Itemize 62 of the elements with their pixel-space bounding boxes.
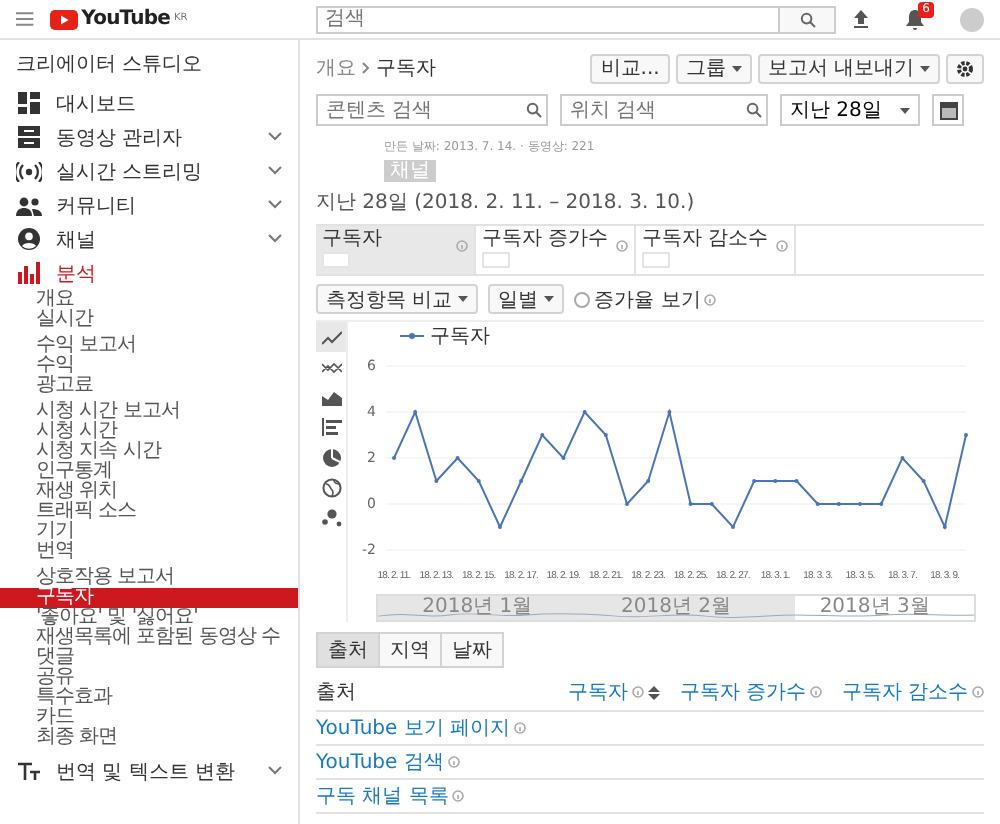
sidebar-subitem[interactable]: 시청 시간 보고서 [0,402,298,422]
column-header[interactable]: 구독자 증가수 [679,678,822,706]
range-navigator[interactable]: 2018년 1월 2018년 2월 2018년 3월 [376,594,976,622]
metric-card[interactable]: 구독자 감소수 [636,226,796,274]
sidebar-subitem[interactable]: 특수효과 [0,688,298,708]
sidebar-subitem[interactable]: 시청 시간 [0,422,298,442]
sidebar-subitem[interactable]: 개요 [0,290,298,310]
sidebar-subitem[interactable]: 상호작용 보고서 [0,568,298,588]
sidebar-subitem[interactable]: '좋아요' 및 '싫어요' [0,608,298,628]
breadcrumb-link[interactable]: 개요 [316,54,356,82]
sidebar-subitem[interactable]: 번역 [0,542,298,562]
navigator-label: 2018년 3월 [819,598,930,618]
sidebar-subitem[interactable]: 트래픽 소스 [0,502,298,522]
compare-dropdown[interactable]: 측정항목 비교 [316,284,479,314]
sidebar-subitem[interactable]: 기기 [0,522,298,542]
source-link[interactable]: YouTube 검색 [316,748,460,776]
sidebar-subitem[interactable]: 카드 [0,708,298,728]
source-link[interactable]: YouTube 보기 페이지 [316,714,527,742]
sidebar-subitem[interactable]: 최종 화면 [0,728,298,748]
navigator-label: 2018년 1월 [422,598,533,618]
report-tab[interactable]: 출처 [316,632,380,668]
toolbar-button[interactable]: 비교... [590,53,670,83]
sidebar-item[interactable]: 커뮤니티 [0,188,298,222]
sidebar-subitem[interactable]: 구독자 [0,588,298,608]
sidebar-subitem[interactable]: 수익 보고서 [0,336,298,356]
location-search-field[interactable]: 위치 검색 [560,94,768,126]
content-search-field[interactable]: 콘텐츠 검색 [316,94,548,126]
logo-text[interactable]: YouTube [81,8,170,30]
sidebar-item[interactable]: 번역 및 텍스트 변환 [0,754,298,788]
page-title: 구독자 [376,56,436,82]
sidebar-subitem[interactable]: 인구통계 [0,462,298,482]
sidebar-subitem[interactable]: 광고료 [0,376,298,396]
sidebar-subitem[interactable]: 재생목록에 포함된 동영상 수 [0,628,298,648]
column-header[interactable]: 구독자 감소수 [841,678,984,706]
period-title: 지난 28일 (2018. 2. 11. – 2018. 3. 10.) [316,190,697,216]
toolbar-button[interactable]: 보고서 내보내기 [757,53,940,83]
source-link[interactable]: 구독 채널 목록 [316,782,465,810]
report-tab[interactable]: 날짜 [440,632,504,668]
navigator-label: 2018년 2월 [620,598,731,618]
column-header[interactable]: 구독자 [567,678,660,706]
sidebar-subitem[interactable]: 실시간 [0,310,298,330]
sidebar-subitem[interactable]: 수익 [0,356,298,376]
sidebar-subitem[interactable]: 시청 지속 시간 [0,442,298,462]
interval-dropdown[interactable]: 일별 [488,284,565,314]
column-header[interactable]: 출처 [316,678,356,706]
search-field[interactable]: 검색 [315,5,780,33]
sidebar-subitem[interactable]: 재생 위치 [0,482,298,502]
sidebar-title: 크리에이터 스튜디오 [14,52,205,80]
report-tab[interactable]: 지역 [378,632,442,668]
sidebar-item[interactable]: 분석 [0,256,298,290]
metric-card[interactable]: 구독자 [316,226,476,274]
sidebar-item[interactable]: 채널 [0,222,298,256]
growth-label: 증가율 보기 [594,287,701,313]
sidebar-item[interactable]: 대시보드 [0,86,298,120]
date-range-dropdown[interactable]: 지난 28일 [780,94,920,126]
sidebar-item[interactable]: 실시간 스트리밍 [0,154,298,188]
metric-card[interactable]: 구독자 증가수 [476,226,636,274]
sidebar-subitem[interactable]: 공유 [0,668,298,688]
legend-label: 구독자 [430,324,490,350]
toolbar-button[interactable]: 그룹 [675,53,752,83]
sidebar-subitem[interactable]: 댓글 [0,648,298,668]
sidebar-item[interactable]: 동영상 관리자 [0,120,298,154]
